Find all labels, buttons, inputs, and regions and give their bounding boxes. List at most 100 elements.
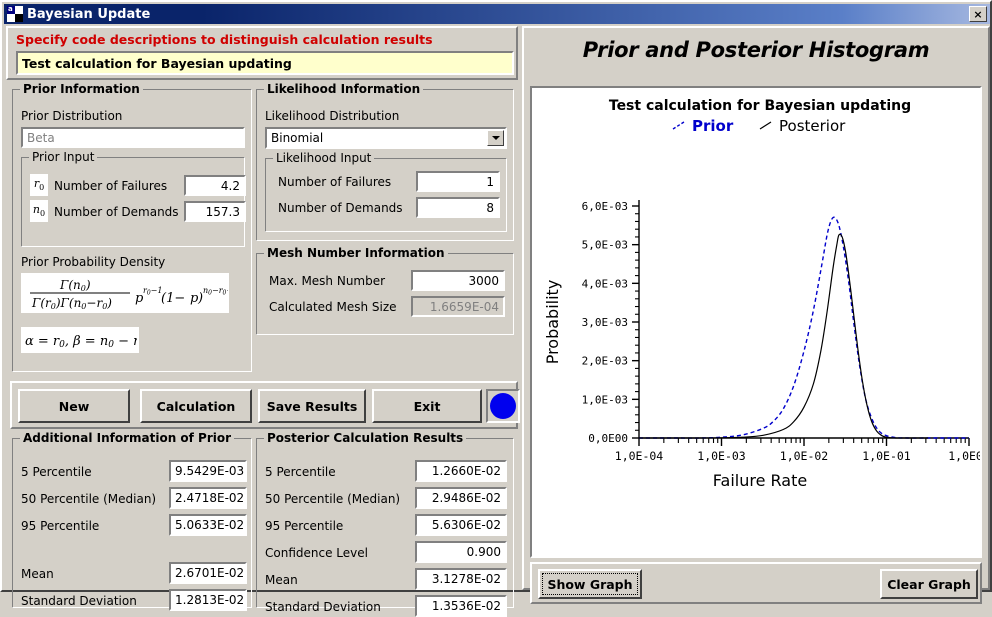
- code-description-block: Specify code descriptions to distinguish…: [6, 26, 518, 80]
- close-icon[interactable]: ×: [969, 6, 987, 22]
- app-icon: a: [7, 5, 23, 22]
- prior-input-title: Prior Input: [29, 150, 98, 164]
- calculation-button[interactable]: Calculation: [140, 389, 252, 423]
- posterior-p5-value: 1.2660E-02: [415, 460, 507, 482]
- svg-text:4,0E-03: 4,0E-03: [582, 277, 628, 290]
- max-mesh-number-label: Max. Mesh Number: [269, 274, 386, 288]
- prior-p95-label: 95 Percentile: [21, 519, 100, 533]
- prior-mean-label: Mean: [21, 567, 54, 581]
- likelihood-distribution-label: Likelihood Distribution: [265, 109, 400, 123]
- svg-text:α = r0, β = n0 − r0: α = r0, β = n0 − r0: [25, 334, 137, 350]
- confidence-level-value: 0.900: [415, 541, 507, 563]
- svg-text:Γ(n0): Γ(n0): [59, 278, 91, 293]
- svg-text:1,0E00: 1,0E00: [948, 449, 980, 463]
- n0-badge-icon: n0: [30, 200, 48, 222]
- status-led-icon: [490, 393, 516, 419]
- svg-text:1,0E-03: 1,0E-03: [697, 449, 746, 463]
- likelihood-demands-input[interactable]: 8: [416, 197, 500, 218]
- prior-parameters-formula: α = r0, β = n0 − r0: [21, 327, 139, 353]
- app-window: a Bayesian Update × Specify code descrip…: [0, 0, 992, 617]
- prior-information-title: Prior Information: [20, 82, 143, 96]
- prior-p50-label: 50 Percentile (Median): [21, 492, 157, 506]
- chart-canvas: Test calculation for Bayesian updating Pr…: [530, 86, 982, 558]
- svg-text:2,0E-03: 2,0E-03: [582, 355, 628, 368]
- svg-text:1,0E-03: 1,0E-03: [582, 393, 628, 406]
- calculated-mesh-size-value: 1.6659E-04: [411, 296, 505, 317]
- prior-density-formula-svg: Γ(n0) Γ(r0)Γ(n0−r0) p r0−1 (1− p ) n0−r0…: [30, 278, 228, 311]
- clear-graph-button[interactable]: Clear Graph: [880, 569, 978, 599]
- status-indicator: [486, 389, 520, 423]
- new-button[interactable]: New: [18, 389, 130, 423]
- additional-prior-title: Additional Information of Prior: [20, 431, 235, 445]
- left-panel: Specify code descriptions to distinguish…: [6, 26, 520, 617]
- svg-text:Failure Rate: Failure Rate: [713, 471, 807, 490]
- prior-demands-label: Number of Demands: [54, 205, 179, 219]
- svg-text:5,0E-03: 5,0E-03: [582, 239, 628, 252]
- code-description-input[interactable]: Test calculation for Bayesian updating: [16, 51, 514, 75]
- max-mesh-number-input[interactable]: 3000: [411, 270, 505, 291]
- svg-text:1,0E-01: 1,0E-01: [862, 449, 911, 463]
- posterior-p95-label: 95 Percentile: [265, 519, 344, 533]
- likelihood-input-title: Likelihood Input: [273, 151, 375, 165]
- prior-p5-label: 5 Percentile: [21, 465, 92, 479]
- svg-text:Γ(r0)Γ(n0−r0): Γ(r0)Γ(n0−r0): [31, 296, 112, 311]
- prior-distribution-label: Prior Distribution: [21, 109, 123, 123]
- svg-text:6,0E-03: 6,0E-03: [582, 200, 628, 213]
- additional-prior-group: Additional Information of Prior 5 Percen…: [12, 431, 252, 611]
- window-title: Bayesian Update: [27, 6, 151, 22]
- svg-text:0,0E00: 0,0E00: [588, 432, 628, 445]
- svg-text:Prior: Prior: [692, 117, 734, 135]
- likelihood-failures-input[interactable]: 1: [416, 171, 500, 192]
- show-graph-button[interactable]: Show Graph: [538, 569, 642, 599]
- title-bar[interactable]: a Bayesian Update ×: [4, 4, 990, 24]
- svg-text:Probability: Probability: [543, 280, 562, 365]
- prior-input-group: Prior Input r0 Number of Failures 4.2 n0…: [21, 150, 246, 247]
- prior-p50-value: 2.4718E-02: [169, 487, 247, 509]
- prior-p95-value: 5.0633E-02: [169, 514, 247, 536]
- posterior-results-title: Posterior Calculation Results: [264, 431, 467, 445]
- posterior-results-group: Posterior Calculation Results 5 Percenti…: [256, 431, 514, 617]
- likelihood-information-title: Likelihood Information: [264, 82, 424, 96]
- prior-distribution-value: Beta: [21, 127, 245, 148]
- prior-p5-value: 9.5429E-03: [169, 460, 247, 482]
- svg-text:Posterior: Posterior: [779, 117, 846, 135]
- posterior-mean-value: 3.1278E-02: [415, 568, 507, 590]
- prior-mean-value: 2.6701E-02: [169, 562, 247, 584]
- mesh-information-group: Mesh Number Information Max. Mesh Number…: [256, 246, 514, 335]
- prior-information-group: Prior Information Prior Distribution Bet…: [12, 82, 252, 372]
- prior-demands-input[interactable]: 157.3: [184, 201, 246, 222]
- likelihood-demands-label: Number of Demands: [278, 201, 403, 215]
- posterior-p5-label: 5 Percentile: [265, 465, 336, 479]
- likelihood-information-group: Likelihood Information Likelihood Distri…: [256, 82, 514, 241]
- svg-text:1,0E-02: 1,0E-02: [780, 449, 828, 463]
- likelihood-failures-label: Number of Failures: [278, 175, 392, 189]
- prior-sd-value: 1.2813E-02: [169, 589, 247, 611]
- confidence-level-label: Confidence Level: [265, 546, 368, 560]
- posterior-mean-label: Mean: [265, 573, 298, 587]
- prior-sd-label: Standard Deviation: [21, 594, 137, 608]
- likelihood-distribution-select[interactable]: Binomial: [265, 127, 507, 149]
- likelihood-distribution-value: Binomial: [271, 131, 324, 145]
- svg-text:1,0E-04: 1,0E-04: [615, 449, 664, 463]
- posterior-sd-label: Standard Deviation: [265, 600, 381, 614]
- posterior-sd-value: 1.3536E-02: [415, 595, 507, 617]
- instruction-text: Specify code descriptions to distinguish…: [16, 32, 433, 47]
- exit-button[interactable]: Exit: [372, 389, 482, 423]
- prior-parameters-formula-svg: α = r0, β = n0 − r0: [25, 334, 137, 350]
- svg-text:n0−r0−1: n0−r0−1: [203, 286, 228, 297]
- posterior-p50-label: 50 Percentile (Median): [265, 492, 401, 506]
- graph-panel-heading: Prior and Posterior Histogram: [582, 38, 930, 62]
- posterior-p95-value: 5.6306E-02: [415, 514, 507, 536]
- svg-text:Test calculation for Bayesian: Test calculation for Bayesian updating: [609, 98, 911, 114]
- prior-failures-input[interactable]: 4.2: [184, 175, 246, 196]
- save-results-button[interactable]: Save Results: [258, 389, 366, 423]
- graph-panel: Prior and Posterior Histogram Test calcu…: [522, 26, 990, 604]
- mesh-information-title: Mesh Number Information: [264, 246, 448, 260]
- svg-text:r0−1: r0−1: [143, 286, 162, 297]
- svg-text:3,0E-03: 3,0E-03: [582, 316, 628, 329]
- chevron-down-icon[interactable]: [487, 130, 504, 146]
- prior-posterior-chart: Test calculation for Bayesian updating Pr…: [543, 98, 980, 490]
- clear-graph-label: Clear Graph: [887, 576, 971, 592]
- svg-text:(1−: (1−: [161, 291, 185, 306]
- prior-density-formula: Γ(n0) Γ(r0)Γ(n0−r0) p r0−1 (1− p ) n0−r0…: [21, 273, 229, 313]
